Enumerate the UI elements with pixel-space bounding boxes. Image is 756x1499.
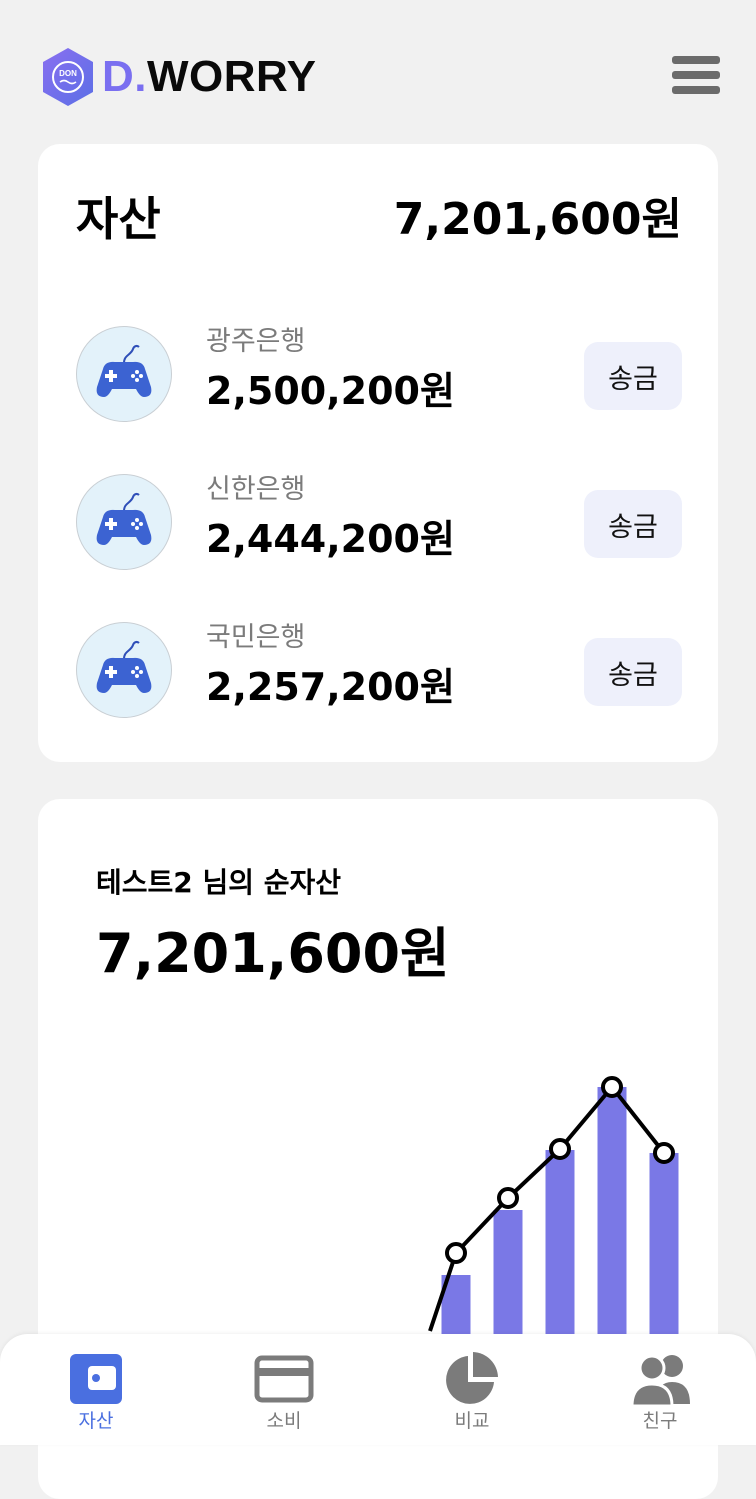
account-bank-name: 신한은행 bbox=[206, 474, 306, 505]
transfer-button[interactable]: 송금 bbox=[584, 342, 682, 410]
net-worth-chart bbox=[428, 1076, 679, 1335]
asset-title: 자산 bbox=[76, 192, 161, 246]
transfer-button[interactable]: 송금 bbox=[584, 490, 682, 558]
chart-bar bbox=[493, 1210, 523, 1335]
logo-suffix: WORRY bbox=[147, 52, 317, 101]
nav-label: 자산 bbox=[78, 1410, 114, 1432]
logo-badge-text: DON bbox=[59, 69, 77, 78]
asset-card: 자산 7,201,600원 광주은행 2,500,200원 송금 신한은행 2,… bbox=[38, 144, 718, 762]
gamepad-icon bbox=[76, 622, 172, 718]
chart-bar bbox=[597, 1087, 627, 1335]
account-row-2[interactable]: 국민은행 2,257,200원 송금 bbox=[38, 622, 718, 722]
account-amount: 2,500,200원 bbox=[206, 369, 455, 413]
app-logo[interactable]: DON D.WORRY bbox=[40, 46, 317, 108]
transfer-button[interactable]: 송금 bbox=[584, 638, 682, 706]
chart-point bbox=[445, 1242, 467, 1264]
gamepad-icon bbox=[76, 326, 172, 422]
chart-point bbox=[601, 1076, 623, 1098]
logo-badge-icon: DON bbox=[40, 46, 96, 108]
nav-item-spending[interactable]: 소비 bbox=[224, 1348, 344, 1440]
wallet-icon bbox=[66, 1348, 126, 1408]
gamepad-icon bbox=[76, 474, 172, 570]
nav-label: 소비 bbox=[266, 1410, 302, 1432]
chart-point bbox=[653, 1142, 675, 1164]
hamburger-menu-icon[interactable] bbox=[672, 56, 720, 98]
credit-card-icon bbox=[254, 1348, 314, 1408]
pie-chart-icon bbox=[442, 1348, 502, 1408]
account-bank-name: 국민은행 bbox=[206, 622, 306, 653]
account-row-1[interactable]: 신한은행 2,444,200원 송금 bbox=[38, 474, 718, 574]
users-icon bbox=[630, 1348, 690, 1408]
chart-point bbox=[549, 1138, 571, 1160]
nav-item-asset[interactable]: 자산 bbox=[36, 1348, 156, 1440]
nav-label: 비교 bbox=[454, 1410, 490, 1432]
nav-item-friends[interactable]: 친구 bbox=[600, 1348, 720, 1440]
chart-point bbox=[497, 1187, 519, 1209]
nav-label: 친구 bbox=[642, 1410, 678, 1432]
asset-total: 7,201,600원 bbox=[393, 194, 682, 245]
chart-bar bbox=[649, 1153, 679, 1335]
bottom-nav: 자산 소비 비교 친구 bbox=[0, 1334, 756, 1445]
account-bank-name: 광주은행 bbox=[206, 326, 306, 357]
logo-prefix: D. bbox=[102, 52, 147, 101]
nav-item-compare[interactable]: 비교 bbox=[412, 1348, 532, 1440]
account-amount: 2,257,200원 bbox=[206, 665, 455, 709]
account-amount: 2,444,200원 bbox=[206, 517, 455, 561]
account-row-0[interactable]: 광주은행 2,500,200원 송금 bbox=[38, 326, 718, 426]
logo-wordmark: D.WORRY bbox=[102, 55, 317, 99]
app-header: DON D.WORRY bbox=[0, 0, 756, 145]
chart-bar bbox=[545, 1150, 575, 1335]
